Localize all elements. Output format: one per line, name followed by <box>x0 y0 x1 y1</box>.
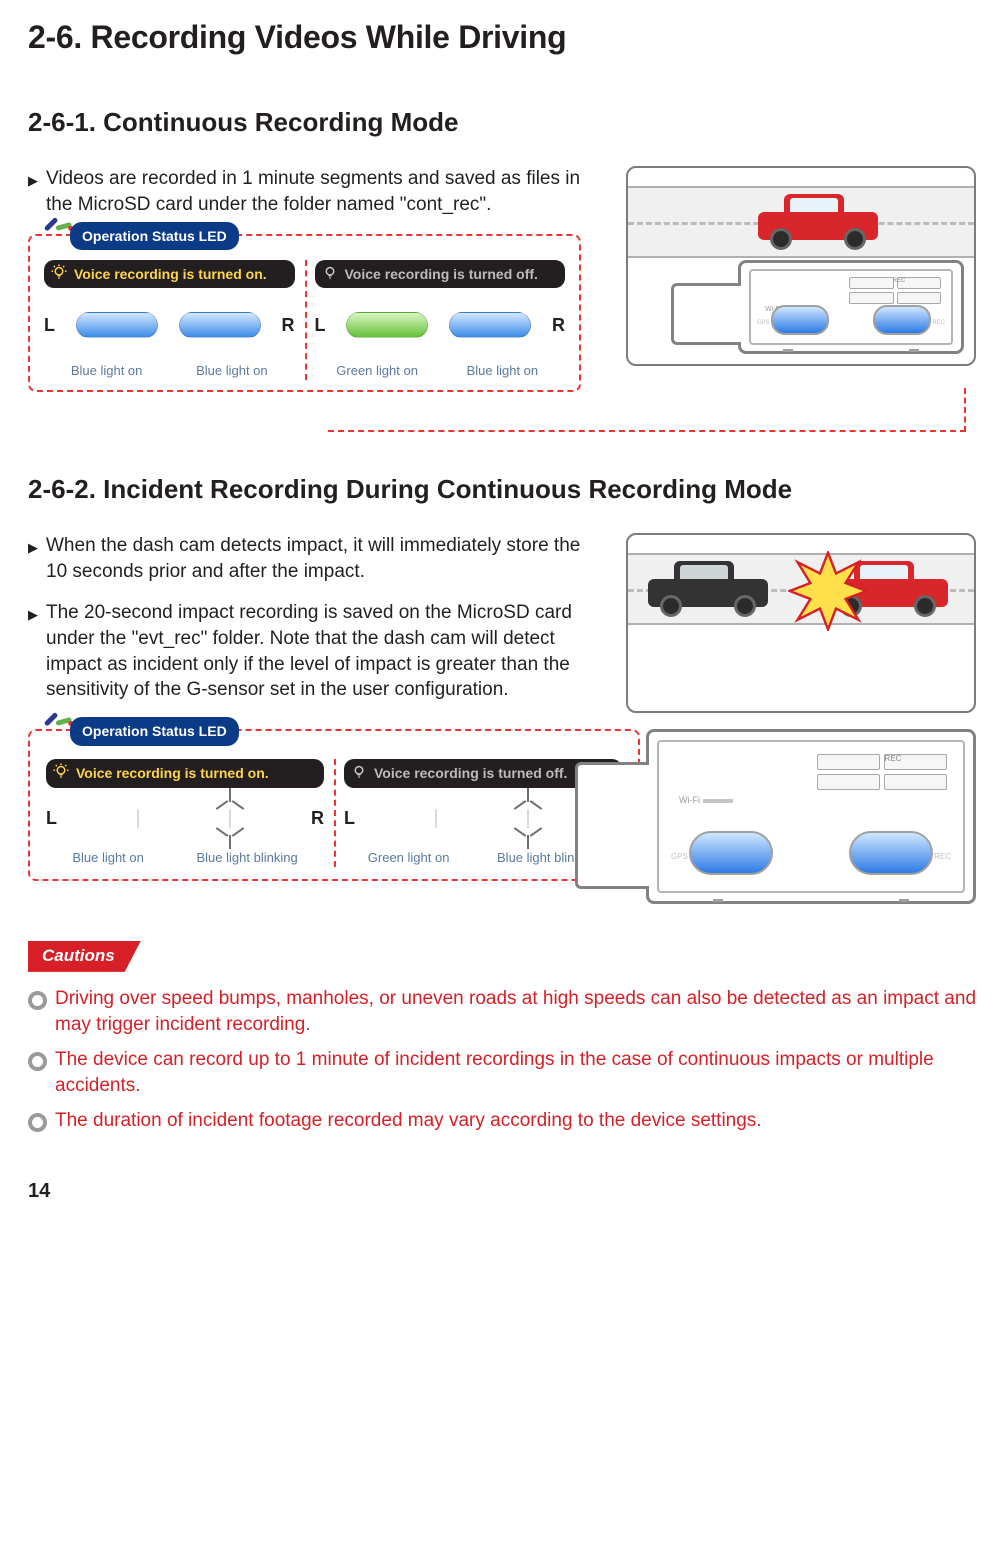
led-label-l: L <box>315 313 326 337</box>
voice-recording-off-chip: Voice recording is turned off. <box>315 260 566 289</box>
led-label-r: R <box>311 806 324 830</box>
callout-connector-line <box>328 388 966 432</box>
operation-status-led-tab: Operation Status LED <box>70 717 239 746</box>
driving-illustration: REC Wi-Fi GPS REC <box>626 166 976 366</box>
led-caption: Blue light on <box>461 362 543 380</box>
led-caption: Blue light on <box>66 362 148 380</box>
operation-status-led-panel-2: Operation Status LED Voice recording is … <box>28 729 640 881</box>
led-right-blue-blinking-icon <box>229 809 231 828</box>
lightbulb-on-icon <box>52 762 70 780</box>
cautions-tag: Cautions <box>28 941 141 972</box>
led-right-blue-blinking-icon <box>527 809 529 828</box>
led-label-l: L <box>46 806 57 830</box>
led-left-green-icon <box>346 312 428 338</box>
impact-burst-icon <box>788 551 868 631</box>
section-2-6-2-title: 2-6-2. Incident Recording During Continu… <box>28 472 976 507</box>
led-caption: Blue light on <box>72 849 144 867</box>
operation-status-led-panel-1: Operation Status LED Voice recording is … <box>28 234 581 392</box>
led-right-blue-icon <box>179 312 261 338</box>
led-label-r: R <box>281 313 294 337</box>
voice-recording-on-chip: Voice recording is turned on. <box>46 759 324 788</box>
dashcam-device-large-icon: REC Wi-Fi GPS REC <box>646 729 976 904</box>
operation-status-led-tab: Operation Status LED <box>70 222 239 251</box>
incident-illustration <box>626 533 976 713</box>
lightbulb-on-icon <box>50 263 68 281</box>
lightbulb-off-icon <box>350 762 368 780</box>
section2-bullet-2: The 20-second impact recording is saved … <box>46 600 600 703</box>
led-caption: Green light on <box>368 849 450 867</box>
dashcam-device-icon: REC Wi-Fi GPS REC <box>738 260 964 354</box>
caution-item-3: The duration of incident footage recorde… <box>55 1108 762 1134</box>
led-label-l: L <box>344 806 355 830</box>
voice-recording-on-chip: Voice recording is turned on. <box>44 260 295 289</box>
led-caption: Green light on <box>336 362 418 380</box>
section-2-6-1-title: 2-6-1. Continuous Recording Mode <box>28 105 976 140</box>
led-left-blue-icon <box>137 809 139 828</box>
page-number: 14 <box>28 1178 976 1205</box>
lightbulb-off-icon <box>321 263 339 281</box>
section1-bullet-1: Videos are recorded in 1 minute segments… <box>46 166 600 217</box>
led-label-r: R <box>552 313 565 337</box>
car-red-icon <box>758 190 878 250</box>
page-title: 2-6. Recording Videos While Driving <box>28 16 976 59</box>
led-right-blue-icon <box>449 312 531 338</box>
caution-item-1: Driving over speed bumps, manholes, or u… <box>55 986 976 1037</box>
led-caption: Blue light blinking <box>197 849 298 867</box>
led-left-green-icon <box>435 809 437 828</box>
caution-item-2: The device can record up to 1 minute of … <box>55 1047 976 1098</box>
led-left-blue-icon <box>76 312 158 338</box>
led-caption: Blue light on <box>191 362 273 380</box>
section2-bullet-1: When the dash cam detects impact, it wil… <box>46 533 600 584</box>
car-black-icon <box>648 557 768 617</box>
led-label-l: L <box>44 313 55 337</box>
